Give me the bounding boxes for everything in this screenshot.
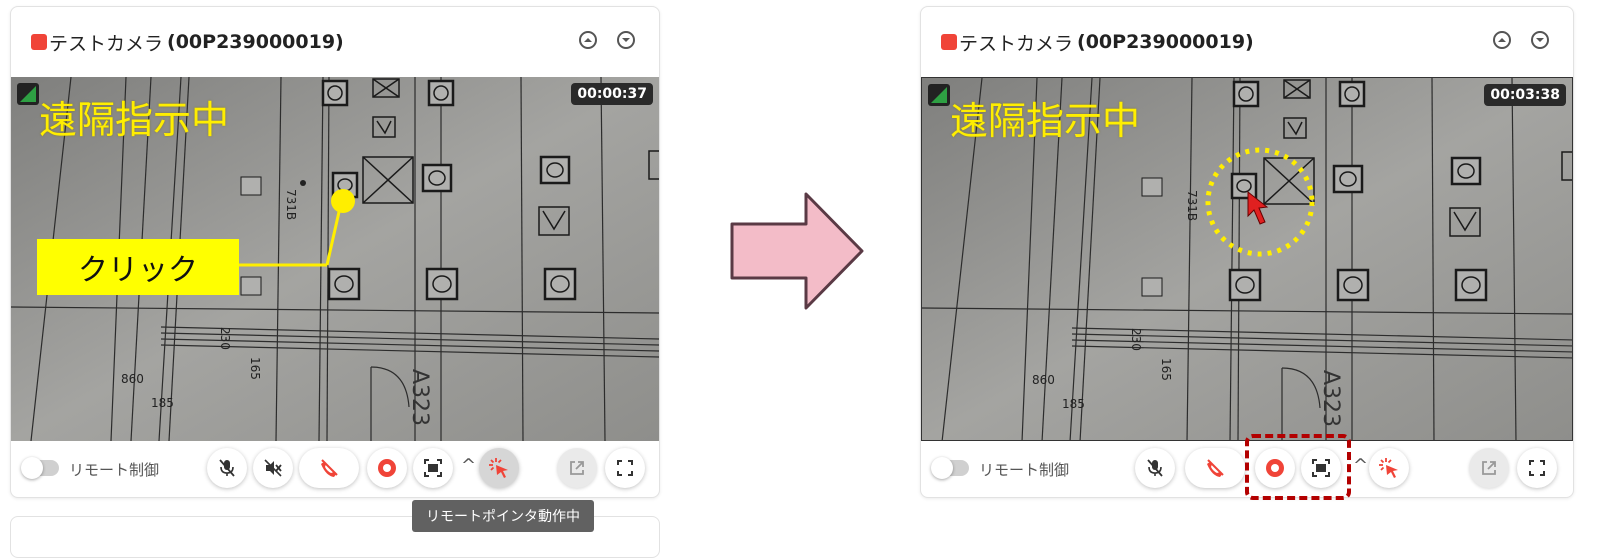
blueprint-label-185: 185 bbox=[151, 396, 174, 410]
click-point-marker bbox=[331, 189, 355, 213]
call-timer: 00:00:37 bbox=[571, 83, 653, 105]
camera-panel-after: テストカメラ (00P239000019) 731B 230 165 A323 … bbox=[920, 6, 1574, 500]
signal-icon bbox=[17, 83, 39, 105]
screenshot-icon bbox=[424, 459, 442, 477]
status-dot-icon bbox=[941, 34, 957, 50]
remote-instruction-label: 遠隔指示中 bbox=[950, 99, 1141, 143]
hang-up-button[interactable] bbox=[1185, 448, 1245, 488]
blueprint-label-185: 185 bbox=[1062, 397, 1085, 411]
mic-off-icon bbox=[1147, 459, 1163, 477]
mic-off-button[interactable] bbox=[207, 448, 247, 488]
blueprint-label-731b: 731B bbox=[284, 189, 298, 220]
caret-up-icon[interactable]: ^ bbox=[1353, 455, 1368, 476]
fullscreen-icon bbox=[1529, 460, 1545, 476]
hang-up-button[interactable] bbox=[299, 448, 359, 488]
remote-pointer-icon bbox=[1379, 458, 1398, 478]
blueprint-label-a323: A323 bbox=[407, 369, 432, 426]
caret-up-icon[interactable]: ^ bbox=[461, 455, 476, 476]
screenshot-icon bbox=[1312, 459, 1330, 477]
blueprint-label-230: 230 bbox=[218, 327, 232, 350]
panel-header: テストカメラ (00P239000019) bbox=[11, 7, 659, 77]
blueprint-label-165: 165 bbox=[1159, 358, 1173, 381]
record-icon bbox=[378, 459, 396, 477]
remote-instruction-label: 遠隔指示中 bbox=[39, 98, 230, 142]
blueprint-label-860: 860 bbox=[121, 372, 144, 386]
popout-button[interactable] bbox=[557, 448, 597, 488]
speaker-off-button[interactable] bbox=[253, 448, 293, 488]
transition-arrow bbox=[730, 192, 864, 310]
speaker-off-icon bbox=[264, 459, 282, 477]
click-annotation: クリック bbox=[37, 239, 239, 295]
mic-off-icon bbox=[219, 459, 235, 477]
chevron-up-icon[interactable] bbox=[1493, 31, 1511, 49]
camera-id: (00P239000019) bbox=[1077, 31, 1254, 53]
remote-pointer-button[interactable] bbox=[1369, 448, 1409, 488]
popout-button[interactable] bbox=[1469, 448, 1509, 488]
fullscreen-icon bbox=[617, 460, 633, 476]
popout-icon bbox=[1482, 461, 1496, 475]
remote-pointer-button[interactable] bbox=[479, 448, 519, 488]
video-feed[interactable]: 731B 230 165 A323 860 185 遠隔指示中 00:00:37… bbox=[11, 77, 659, 441]
mic-off-button[interactable] bbox=[1135, 448, 1175, 488]
panel-header: テストカメラ (00P239000019) bbox=[921, 7, 1573, 77]
remote-pointer-icon bbox=[489, 458, 508, 478]
remote-control-label: リモート制御 bbox=[69, 461, 160, 479]
record-icon bbox=[1266, 459, 1284, 477]
blueprint-label-165: 165 bbox=[248, 357, 262, 380]
hang-up-icon bbox=[1207, 459, 1224, 477]
popout-icon bbox=[570, 461, 584, 475]
remote-control-label: リモート制御 bbox=[979, 461, 1070, 479]
blueprint-label-a323: A323 bbox=[1318, 370, 1343, 427]
chevron-down-icon[interactable] bbox=[617, 31, 635, 49]
signal-icon bbox=[928, 84, 950, 106]
record-button[interactable] bbox=[367, 448, 407, 488]
blueprint-label-860: 860 bbox=[1032, 373, 1055, 387]
chevron-down-icon[interactable] bbox=[1531, 31, 1549, 49]
record-button[interactable] bbox=[1255, 448, 1295, 488]
camera-name: テストカメラ bbox=[49, 32, 164, 55]
fullscreen-button[interactable] bbox=[605, 448, 645, 488]
video-feed[interactable]: 731B 230 165 A323 860 185 遠隔指示中 00:03:38 bbox=[921, 77, 1573, 441]
call-timer: 00:03:38 bbox=[1484, 84, 1566, 106]
status-dot-icon bbox=[31, 34, 47, 50]
camera-panel-before: テストカメラ (00P239000019) 731B 230 165 A323 … bbox=[10, 6, 660, 498]
remote-control-toggle[interactable] bbox=[21, 457, 59, 479]
blueprint-label-230: 230 bbox=[1129, 328, 1143, 351]
camera-name: テストカメラ bbox=[959, 32, 1074, 55]
remote-control-toggle[interactable] bbox=[931, 457, 969, 479]
control-toolbar: リモート制御 ^ bbox=[11, 441, 659, 497]
blueprint-label-731b: 731B bbox=[1185, 190, 1199, 221]
screenshot-button[interactable] bbox=[413, 448, 453, 488]
camera-id: (00P239000019) bbox=[167, 31, 344, 53]
screenshot-button[interactable] bbox=[1301, 448, 1341, 488]
fullscreen-button[interactable] bbox=[1517, 448, 1557, 488]
remote-pointer-tooltip: リモートポインタ動作中 bbox=[412, 500, 594, 532]
chevron-up-icon[interactable] bbox=[579, 31, 597, 49]
control-toolbar: リモート制御 ^ bbox=[921, 434, 1573, 500]
hang-up-icon bbox=[321, 459, 338, 477]
